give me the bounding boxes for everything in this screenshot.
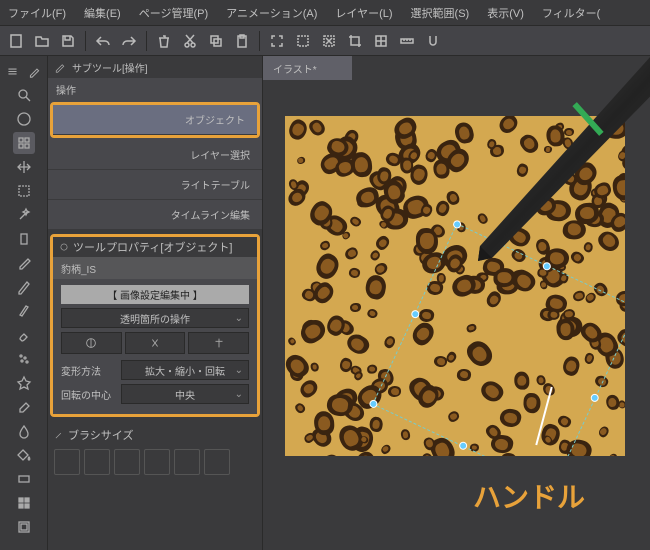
crop-icon[interactable] xyxy=(343,29,367,53)
marquee-tool-icon[interactable] xyxy=(13,180,35,202)
rotation-center-label: 回転の中心 xyxy=(61,387,117,402)
subtool-header-label: サブツール[操作] xyxy=(72,60,148,75)
menu-edit[interactable]: 編集(E) xyxy=(84,5,121,21)
copy-icon[interactable] xyxy=(204,29,228,53)
blend-icon[interactable] xyxy=(13,420,35,442)
menu-view[interactable]: 表示(V) xyxy=(487,5,524,21)
pencil-tool-icon[interactable] xyxy=(13,300,35,322)
pen-tool-icon[interactable] xyxy=(13,276,35,298)
eraser-icon[interactable] xyxy=(13,396,35,418)
brush-swatch[interactable] xyxy=(114,449,140,475)
menu-layer[interactable]: レイヤー(L) xyxy=(335,5,392,21)
highlight-property: ツールプロパティ[オブジェクト] 豹柄_IS 【 画像設定編集中 】 透明箇所の… xyxy=(50,234,260,417)
image-editing-label: 【 画像設定編集中 】 xyxy=(61,285,249,304)
move-tool-icon[interactable] xyxy=(13,108,35,130)
operation-tool-icon[interactable] xyxy=(13,132,35,154)
open-icon[interactable] xyxy=(30,29,54,53)
palette-menu-icon[interactable] xyxy=(4,62,22,80)
main-toolbar xyxy=(0,26,650,56)
tool-property-header: ツールプロパティ[オブジェクト] xyxy=(53,237,257,257)
undo-icon[interactable] xyxy=(91,29,115,53)
handle-mid-left[interactable] xyxy=(410,309,421,320)
transform-method-label: 変形方法 xyxy=(61,363,117,378)
subtool-group: 操作 オブジェクト レイヤー選択 ライトテーブル タイムライン編集 xyxy=(48,78,262,230)
subtool-light-table[interactable]: ライトテーブル xyxy=(48,170,262,200)
document-tab[interactable]: イラスト* xyxy=(263,56,353,80)
flip-v-button[interactable] xyxy=(125,332,186,354)
frame-icon[interactable] xyxy=(13,516,35,538)
brush-size-header: ブラシサイズ xyxy=(48,425,262,445)
gradient-icon[interactable] xyxy=(13,468,35,490)
brush-size-row xyxy=(48,445,262,479)
menu-file[interactable]: ファイル(F) xyxy=(8,5,66,21)
delete-icon[interactable] xyxy=(152,29,176,53)
subtool-group-title[interactable]: 操作 xyxy=(48,78,262,100)
panel-column: サブツール[操作] 操作 オブジェクト レイヤー選択 ライトテーブル タイムライ… xyxy=(48,56,263,550)
subtool-header: サブツール[操作] xyxy=(48,56,262,78)
lasso-tool-icon[interactable] xyxy=(13,228,35,250)
palette-pen-icon[interactable] xyxy=(26,62,44,80)
paste-icon[interactable] xyxy=(230,29,254,53)
magnify-tool-icon[interactable] xyxy=(13,84,35,106)
grid-icon[interactable] xyxy=(369,29,393,53)
brush-tool-icon[interactable] xyxy=(13,324,35,346)
redo-icon[interactable] xyxy=(117,29,141,53)
subtool-timeline[interactable]: タイムライン編集 xyxy=(48,200,262,230)
menu-select[interactable]: 選択範囲(S) xyxy=(411,5,470,21)
brush-swatch[interactable] xyxy=(54,449,80,475)
tool-property-body: 【 画像設定編集中 】 透明箇所の操作 変形方法 拡大・縮小・回転 回転の中心 … xyxy=(53,279,257,414)
cut-icon[interactable] xyxy=(178,29,202,53)
ruler-icon[interactable] xyxy=(395,29,419,53)
annotation-handle-label: ハンドル xyxy=(473,476,585,516)
reset-button[interactable] xyxy=(188,332,249,354)
menu-bar: ファイル(F) 編集(E) ページ管理(P) アニメーション(A) レイヤー(L… xyxy=(0,0,650,26)
deselect-icon[interactable] xyxy=(317,29,341,53)
figure-icon[interactable] xyxy=(13,492,35,514)
tool-palette xyxy=(0,56,48,550)
fullscreen-icon[interactable] xyxy=(265,29,289,53)
brush-swatch[interactable] xyxy=(204,449,230,475)
fill-icon[interactable] xyxy=(13,444,35,466)
transparent-operation-select[interactable]: 透明箇所の操作 xyxy=(61,308,249,328)
new-icon[interactable] xyxy=(4,29,28,53)
decoration-icon[interactable] xyxy=(13,372,35,394)
menu-animation[interactable]: アニメーション(A) xyxy=(226,5,317,21)
snap-icon[interactable] xyxy=(421,29,445,53)
canvas[interactable] xyxy=(285,116,625,456)
flip-h-button[interactable] xyxy=(61,332,122,354)
subtool-object[interactable]: オブジェクト xyxy=(53,105,257,135)
select-all-icon[interactable] xyxy=(291,29,315,53)
brush-swatch[interactable] xyxy=(174,449,200,475)
wand-tool-icon[interactable] xyxy=(13,204,35,226)
move-layer-icon[interactable] xyxy=(13,156,35,178)
menu-filter[interactable]: フィルター( xyxy=(542,5,600,21)
brush-swatch[interactable] xyxy=(144,449,170,475)
eyedropper-icon[interactable] xyxy=(13,252,35,274)
airbrush-icon[interactable] xyxy=(13,348,35,370)
material-name: 豹柄_IS xyxy=(53,257,257,279)
canvas-area: イラスト* ハンドル xyxy=(263,56,650,550)
transform-method-select[interactable]: 拡大・縮小・回転 xyxy=(121,360,249,380)
rotation-center-select[interactable]: 中央 xyxy=(121,384,249,404)
subtool-layer-select[interactable]: レイヤー選択 xyxy=(48,140,262,170)
menu-page[interactable]: ページ管理(P) xyxy=(139,5,208,21)
brush-swatch[interactable] xyxy=(84,449,110,475)
save-icon[interactable] xyxy=(56,29,80,53)
highlight-object: オブジェクト xyxy=(50,102,260,138)
